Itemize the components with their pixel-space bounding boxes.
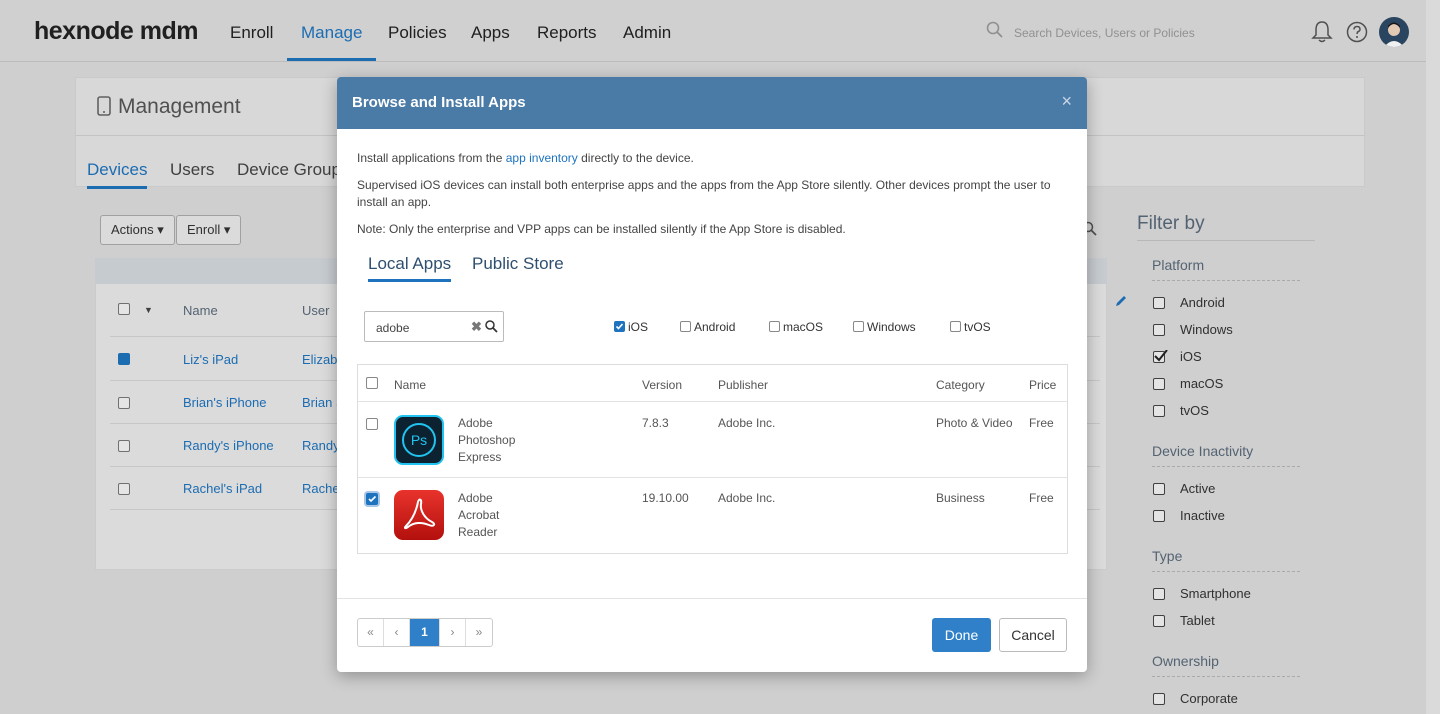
- app-name-line: Photoshop: [458, 433, 516, 447]
- divider: [337, 598, 1087, 599]
- page-prev-button[interactable]: ‹: [384, 619, 410, 646]
- app-price: Free: [1029, 491, 1054, 505]
- app-name[interactable]: Adobe Acrobat Reader: [458, 490, 499, 541]
- app-category: Photo & Video: [936, 416, 1013, 430]
- info-supervised: Supervised iOS devices can install both …: [357, 178, 1051, 209]
- checkbox[interactable]: [853, 321, 864, 332]
- close-icon[interactable]: ×: [1061, 91, 1072, 112]
- row-separator: [358, 477, 1067, 478]
- browse-install-apps-dialog: Browse and Install Apps × Install applic…: [337, 77, 1087, 672]
- app-price: Free: [1029, 416, 1054, 430]
- platform-label: iOS: [628, 320, 649, 334]
- platform-label: macOS: [783, 320, 824, 334]
- acrobat-logo-icon: [403, 498, 436, 530]
- checkmark-icon: [615, 323, 624, 330]
- app-publisher: Adobe Inc.: [718, 416, 776, 430]
- checkbox[interactable]: [769, 321, 780, 332]
- checkbox-checked[interactable]: [614, 321, 625, 332]
- app-name-line: Adobe: [458, 416, 493, 430]
- platform-label: Android: [694, 320, 736, 334]
- app-category: Business: [936, 491, 985, 505]
- page-last-button[interactable]: »: [466, 619, 492, 646]
- app-search-input[interactable]: adobe ✖: [364, 311, 504, 342]
- dialog-header: Browse and Install Apps ×: [337, 77, 1087, 129]
- search-icon[interactable]: [485, 320, 498, 333]
- info-note: Note: Only the enterprise and VPP apps c…: [357, 222, 846, 236]
- checkbox[interactable]: [950, 321, 961, 332]
- app-row-checkbox[interactable]: [366, 418, 378, 430]
- tab-public-store[interactable]: Public Store: [472, 254, 564, 274]
- app-publisher: Adobe Inc.: [718, 491, 776, 505]
- info-text: directly to the device.: [577, 151, 694, 165]
- app-name-line: Express: [458, 450, 502, 464]
- app-name-line: Acrobat: [458, 508, 500, 522]
- checkmark-icon: [368, 495, 377, 503]
- checkbox[interactable]: [680, 321, 691, 332]
- column-price: Price: [1029, 378, 1057, 392]
- platform-label: Windows: [867, 320, 916, 334]
- app-row-checkbox[interactable]: [366, 493, 378, 505]
- tab-local-apps[interactable]: Local Apps: [368, 254, 452, 282]
- page-next-button[interactable]: ›: [440, 619, 466, 646]
- done-button[interactable]: Done: [932, 618, 991, 652]
- photoshop-express-icon: Ps: [394, 415, 444, 465]
- app-name-line: Adobe: [458, 491, 493, 505]
- app-inventory-link[interactable]: app inventory: [506, 151, 578, 165]
- acrobat-reader-icon: [394, 490, 444, 540]
- app-search-value: adobe: [376, 321, 410, 335]
- pagination: « ‹ 1 › »: [357, 618, 493, 647]
- app-name[interactable]: Adobe Photoshop Express: [458, 415, 515, 466]
- column-name: Name: [394, 378, 427, 392]
- column-category: Category: [936, 378, 985, 392]
- info-inventory: Install applications from the app invent…: [357, 150, 1077, 167]
- column-publisher: Publisher: [718, 378, 769, 392]
- app-name-line: Reader: [458, 525, 498, 539]
- page-current-button[interactable]: 1: [410, 619, 440, 646]
- clear-search-icon[interactable]: ✖: [471, 319, 482, 335]
- app-version: 19.10.00: [642, 491, 689, 505]
- cancel-button[interactable]: Cancel: [999, 618, 1067, 652]
- column-version: Version: [642, 378, 683, 392]
- info-text: Install applications from the: [357, 151, 506, 165]
- row-separator: [358, 401, 1067, 402]
- app-version: 7.8.3: [642, 416, 669, 430]
- dialog-title: Browse and Install Apps: [352, 94, 526, 111]
- page-first-button[interactable]: «: [358, 619, 384, 646]
- ps-logo-text: Ps: [402, 423, 436, 457]
- platform-label: tvOS: [964, 320, 991, 334]
- select-all-apps-checkbox[interactable]: [366, 377, 378, 389]
